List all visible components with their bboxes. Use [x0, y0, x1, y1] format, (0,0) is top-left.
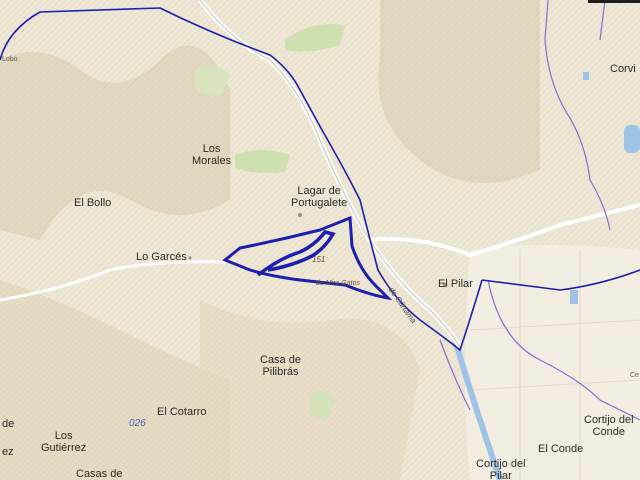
place-label-casas-de: Casas de	[76, 468, 123, 480]
vegetation-patch	[235, 150, 290, 173]
reservoir	[624, 125, 640, 153]
pond	[570, 290, 578, 304]
place-label-el-cotarro: El Cotarro	[157, 406, 207, 418]
parcel-number-label: 151	[312, 255, 326, 264]
stream-label: de Mira Gatos	[316, 280, 360, 287]
road-code-label: 026	[129, 418, 146, 429]
topographic-map[interactable]: Lobo Corvi Los Morales Lagar de Portugal…	[0, 0, 640, 480]
map-edge-bar	[588, 0, 640, 3]
place-label-el-bollo: El Bollo	[74, 197, 112, 209]
place-label-edge: Ce	[630, 372, 639, 379]
place-label-casa-pilibras: Casa de Pilibrás	[260, 354, 301, 378]
map-layers	[0, 0, 640, 480]
place-label-cortijo-conde: Cortijo del Conde	[584, 414, 634, 438]
place-label-los-morales: Los Morales	[192, 143, 232, 167]
place-label-edge: de	[2, 418, 15, 430]
pond	[583, 72, 589, 80]
place-label-el-conde: El Conde	[538, 443, 584, 455]
place-label-edge: ez	[2, 446, 14, 458]
place-label-los-gutierrez: Los Gutiérrez	[41, 430, 87, 454]
place-label-el-pilar: El Pilar	[438, 278, 473, 290]
place-label-lagar-portugalete: Lagar de Portugalete	[291, 185, 348, 209]
place-label-lobo: Lobo	[2, 56, 18, 63]
place-label-cortijo-pilar: Cortijo del Pilar	[476, 458, 526, 480]
place-label-lo-garces: Lo Garcés	[136, 251, 187, 263]
place-label-corvi: Corvi	[610, 63, 636, 75]
